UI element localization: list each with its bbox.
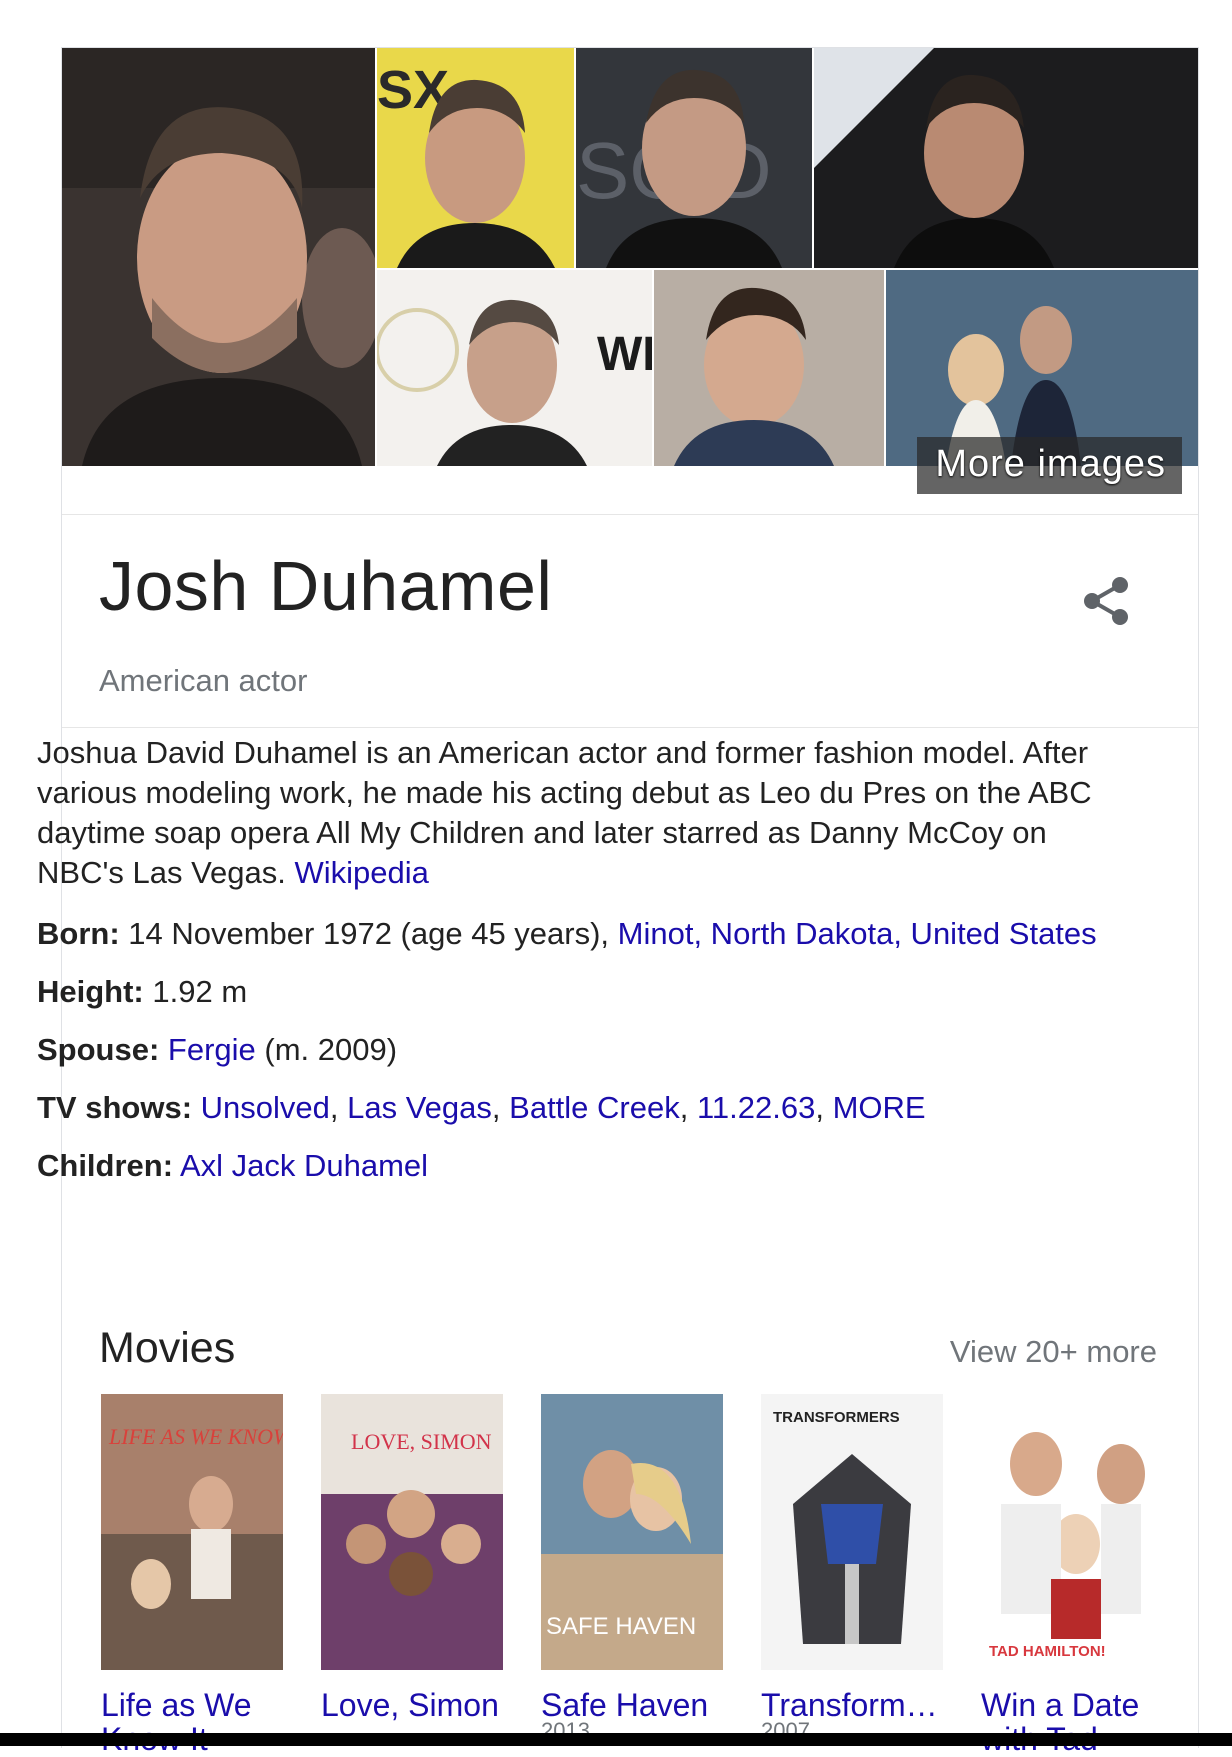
movie-title-link[interactable]: Safe Haven — [541, 1688, 723, 1722]
entity-name: Josh Duhamel — [99, 547, 553, 625]
fact-spouse: Spouse: Fergie (m. 2009) — [37, 1030, 1107, 1070]
gallery-photo-5[interactable]: WIL — [377, 270, 652, 466]
wikipedia-link[interactable]: Wikipedia — [295, 855, 429, 890]
fact-born-label: Born: — [37, 916, 120, 951]
poster-text: TRANSFORMERS — [773, 1409, 900, 1426]
gallery-photo-main[interactable] — [62, 48, 375, 466]
poster-text: LIFE AS WE KNOW IT — [108, 1424, 283, 1449]
movie-poster[interactable]: LOVE, SIMON — [321, 1394, 503, 1670]
fact-spouse-value: (m. 2009) — [255, 1032, 398, 1067]
movies-section-title: Movies — [99, 1324, 236, 1372]
fact-height-value: 1.92 m — [143, 974, 248, 1009]
tv-show-separator: , — [329, 1090, 348, 1125]
gallery-photo-4[interactable] — [814, 48, 1198, 268]
more-images-button[interactable]: More images — [917, 437, 1182, 494]
gallery-photo-2[interactable]: SX — [377, 48, 574, 268]
movie-card[interactable]: SAFE HAVEN Safe Haven 2013 — [541, 1394, 723, 1744]
description: Joshua David Duhamel is an American acto… — [37, 733, 1097, 893]
gallery-photo-6[interactable] — [654, 270, 884, 466]
share-icon — [1084, 577, 1128, 625]
fact-born-value: 14 November 1972 (age 45 years), — [119, 916, 618, 951]
tv-show-link[interactable]: 11.22.63 — [697, 1090, 815, 1125]
fact-tv-shows: TV shows: Unsolved, Las Vegas, Battle Cr… — [37, 1088, 1107, 1128]
movie-card[interactable]: TAD HAMILTON! Win a Date with Tad — [981, 1394, 1163, 1756]
tv-show-separator: , — [815, 1090, 833, 1125]
image-gallery: SX SO D — [62, 48, 1198, 514]
tv-show-link[interactable]: Las Vegas — [347, 1090, 492, 1125]
facts-list: Born: 14 November 1972 (age 45 years), M… — [37, 914, 1107, 1204]
share-button[interactable] — [1080, 573, 1132, 629]
fact-children: Children: Axl Jack Duhamel — [37, 1146, 1107, 1186]
fact-children-label: Children: — [37, 1148, 174, 1183]
movie-poster[interactable]: TRANSFORMERS — [761, 1394, 943, 1670]
tv-show-separator: , — [491, 1090, 510, 1125]
tv-show-link[interactable]: Battle Creek — [509, 1090, 680, 1125]
movie-card[interactable]: TRANSFORMERS Transform… 2007 — [761, 1394, 943, 1744]
movie-title-link[interactable]: Love, Simon — [321, 1688, 503, 1722]
movie-poster[interactable]: TAD HAMILTON! — [981, 1394, 1163, 1670]
fact-height: Height: 1.92 m — [37, 972, 1107, 1012]
movie-card[interactable]: LOVE, SIMON Love, Simon — [321, 1394, 503, 1722]
poster-text: LOVE, SIMON — [351, 1429, 492, 1454]
poster-text: TAD HAMILTON! — [989, 1643, 1106, 1660]
fact-born: Born: 14 November 1972 (age 45 years), M… — [37, 914, 1107, 954]
fact-height-label: Height: — [37, 974, 144, 1009]
movie-poster[interactable]: SAFE HAVEN — [541, 1394, 723, 1670]
title-section: Josh Duhamel American actor — [62, 514, 1198, 728]
children-link[interactable]: Axl Jack Duhamel — [180, 1148, 428, 1183]
tv-shows-more-link[interactable]: MORE — [833, 1090, 926, 1125]
movie-title-link[interactable]: Transform… — [761, 1688, 943, 1722]
movies-carousel: LIFE AS WE KNOW IT Life as We Know It LO… — [101, 1394, 1201, 1756]
fact-spouse-label: Spouse: — [37, 1032, 160, 1067]
tv-show-link[interactable]: Unsolved — [201, 1090, 330, 1125]
movie-card[interactable]: LIFE AS WE KNOW IT Life as We Know It — [101, 1394, 283, 1756]
gallery-photo-3[interactable]: SO D — [576, 48, 812, 268]
movie-poster[interactable]: LIFE AS WE KNOW IT — [101, 1394, 283, 1670]
tv-show-separator: , — [679, 1090, 697, 1125]
gallery-poster-text-wil: WIL — [597, 328, 652, 381]
spouse-link[interactable]: Fergie — [168, 1032, 256, 1067]
poster-text: SAFE HAVEN — [546, 1613, 696, 1640]
bottom-bar — [0, 1733, 1232, 1746]
fact-tv-shows-label: TV shows: — [37, 1090, 193, 1125]
description-text: Joshua David Duhamel is an American acto… — [37, 735, 1092, 890]
birthplace-link[interactable]: Minot, North Dakota, United States — [618, 916, 1097, 951]
view-more-movies-link[interactable]: View 20+ more — [950, 1336, 1157, 1367]
entity-subtitle: American actor — [99, 663, 308, 698]
